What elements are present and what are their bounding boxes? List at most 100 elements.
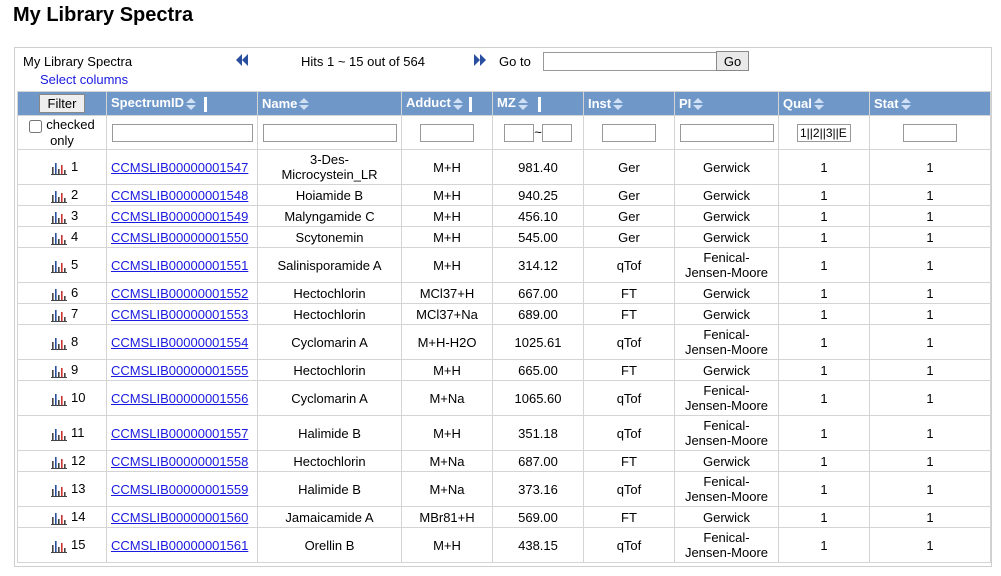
- row-index: 4: [71, 229, 79, 245]
- spectrum-chart-icon[interactable]: [51, 189, 67, 203]
- spectrumid-link[interactable]: CCMSLIB00000001558: [111, 454, 248, 469]
- spectra-table: Filter SpectrumID Name Adduct MZ Inst PI…: [17, 91, 991, 563]
- qual-cell: 1: [778, 184, 870, 206]
- spectrum-chart-icon[interactable]: [51, 364, 67, 378]
- spectrumid-link[interactable]: CCMSLIB00000001551: [111, 258, 248, 273]
- spectrum-chart-icon[interactable]: [51, 231, 67, 245]
- column-resize-handle[interactable]: [537, 96, 541, 112]
- spectrum-chart-icon[interactable]: [51, 427, 67, 441]
- sort-arrows-icon[interactable]: [452, 97, 463, 111]
- column-header-name[interactable]: Name: [257, 91, 402, 116]
- spectrum-chart-icon[interactable]: [51, 539, 67, 553]
- sort-arrows-icon[interactable]: [613, 97, 624, 111]
- row-index: 14: [71, 509, 86, 525]
- inst-cell: qTof: [583, 380, 675, 416]
- sort-arrows-icon[interactable]: [517, 97, 528, 111]
- row-index-cell: 4: [17, 226, 107, 248]
- sort-arrows-icon[interactable]: [299, 97, 310, 111]
- spectrum-chart-icon[interactable]: [51, 455, 67, 469]
- pi-cell: Gerwick: [674, 205, 779, 227]
- table-row: 7 CCMSLIB00000001553 Hectochlorin MCl37+Na 6…: [17, 303, 991, 325]
- adduct-cell: M+H: [401, 415, 493, 451]
- spectrumid-link[interactable]: CCMSLIB00000001553: [111, 307, 248, 322]
- spectrumid-link[interactable]: CCMSLIB00000001548: [111, 188, 248, 203]
- column-header-mz[interactable]: MZ: [492, 91, 584, 116]
- spectrumid-link[interactable]: CCMSLIB00000001561: [111, 538, 248, 553]
- pi-cell: Gerwick: [674, 450, 779, 472]
- mz-cell: 1025.61: [492, 324, 584, 360]
- spectrum-chart-icon[interactable]: [51, 308, 67, 322]
- qual-cell: 1: [778, 359, 870, 381]
- adduct-filter-input[interactable]: [420, 123, 474, 142]
- spectrumid-link[interactable]: CCMSLIB00000001556: [111, 391, 248, 406]
- pi-cell: Gerwick: [674, 282, 779, 304]
- spectrumid-link[interactable]: CCMSLIB00000001559: [111, 482, 248, 497]
- spectrumid-cell: CCMSLIB00000001558: [106, 450, 258, 472]
- column-resize-handle[interactable]: [203, 96, 207, 112]
- adduct-cell: M+H: [401, 247, 493, 283]
- row-index-cell: 13: [17, 471, 107, 507]
- double-chevron-left-icon[interactable]: [235, 53, 249, 67]
- filter-cell: [583, 115, 675, 150]
- double-chevron-right-icon[interactable]: [473, 53, 487, 67]
- goto-page-input[interactable]: [543, 52, 719, 71]
- inst-filter-input[interactable]: [602, 123, 656, 142]
- spectrum-chart-icon[interactable]: [51, 511, 67, 525]
- spectrumid-filter-input[interactable]: [111, 123, 253, 142]
- sort-arrows-icon[interactable]: [693, 97, 704, 111]
- spectrumid-link[interactable]: CCMSLIB00000001552: [111, 286, 248, 301]
- spectrumid-link[interactable]: CCMSLIB00000001555: [111, 363, 248, 378]
- spectrumid-link[interactable]: CCMSLIB00000001557: [111, 426, 248, 441]
- qual-filter-input[interactable]: [797, 123, 851, 142]
- name-cell: Hectochlorin: [257, 282, 402, 304]
- column-header-adduct[interactable]: Adduct: [401, 91, 493, 116]
- stat-cell: 1: [869, 247, 991, 283]
- spectrumid-link[interactable]: CCMSLIB00000001554: [111, 335, 248, 350]
- qual-cell: 1: [778, 527, 870, 563]
- sort-arrows-icon[interactable]: [185, 97, 196, 111]
- go-button[interactable]: Go: [716, 51, 749, 71]
- row-index: 5: [71, 257, 79, 273]
- column-resize-handle[interactable]: [468, 96, 472, 112]
- pi-filter-input[interactable]: [679, 123, 774, 142]
- spectrum-chart-icon[interactable]: [51, 483, 67, 497]
- stat-cell: 1: [869, 205, 991, 227]
- column-header-pi[interactable]: PI: [674, 91, 779, 116]
- inst-cell: Ger: [583, 184, 675, 206]
- pi-cell: Gerwick: [674, 184, 779, 206]
- mz-max-input[interactable]: [541, 123, 572, 142]
- row-index: 2: [71, 187, 79, 203]
- spectrum-chart-icon[interactable]: [51, 392, 67, 406]
- spectrum-chart-icon[interactable]: [51, 210, 67, 224]
- column-header-inst[interactable]: Inst: [583, 91, 675, 116]
- spectrumid-link[interactable]: CCMSLIB00000001550: [111, 230, 248, 245]
- name-cell: 3-Des-Microcystein_LR: [257, 149, 402, 185]
- adduct-cell: M+H: [401, 184, 493, 206]
- filter-cell: [674, 115, 779, 150]
- sort-arrows-icon[interactable]: [900, 97, 911, 111]
- spectrum-chart-icon[interactable]: [51, 161, 67, 175]
- mz-min-input[interactable]: [504, 123, 535, 142]
- spectrumid-link[interactable]: CCMSLIB00000001547: [111, 160, 248, 175]
- spectrum-chart-icon[interactable]: [51, 287, 67, 301]
- adduct-cell: M+H: [401, 149, 493, 185]
- column-header-spectrumid[interactable]: SpectrumID: [106, 91, 258, 116]
- column-header-stat[interactable]: Stat: [869, 91, 991, 116]
- spectrumid-link[interactable]: CCMSLIB00000001560: [111, 510, 248, 525]
- column-header-label: Qual: [783, 95, 812, 111]
- pi-cell: Fenical-Jensen-Moore: [674, 415, 779, 451]
- select-columns-link[interactable]: Select columns: [40, 72, 128, 87]
- spectrumid-cell: CCMSLIB00000001555: [106, 359, 258, 381]
- spectrum-chart-icon[interactable]: [51, 259, 67, 273]
- filter-button[interactable]: Filter: [39, 94, 85, 113]
- checked-only-checkbox[interactable]: [29, 119, 43, 133]
- column-header-qual[interactable]: Qual: [778, 91, 870, 116]
- spectrumid-cell: CCMSLIB00000001548: [106, 184, 258, 206]
- sort-arrows-icon[interactable]: [813, 97, 824, 111]
- spectrumid-link[interactable]: CCMSLIB00000001549: [111, 209, 248, 224]
- table-row: 4 CCMSLIB00000001550 Scytonemin M+H 545.00 Ge…: [17, 226, 991, 248]
- spectrum-chart-icon[interactable]: [51, 336, 67, 350]
- name-filter-input[interactable]: [262, 123, 397, 142]
- page-title: My Library Spectra: [13, 4, 194, 26]
- stat-filter-input[interactable]: [903, 123, 957, 142]
